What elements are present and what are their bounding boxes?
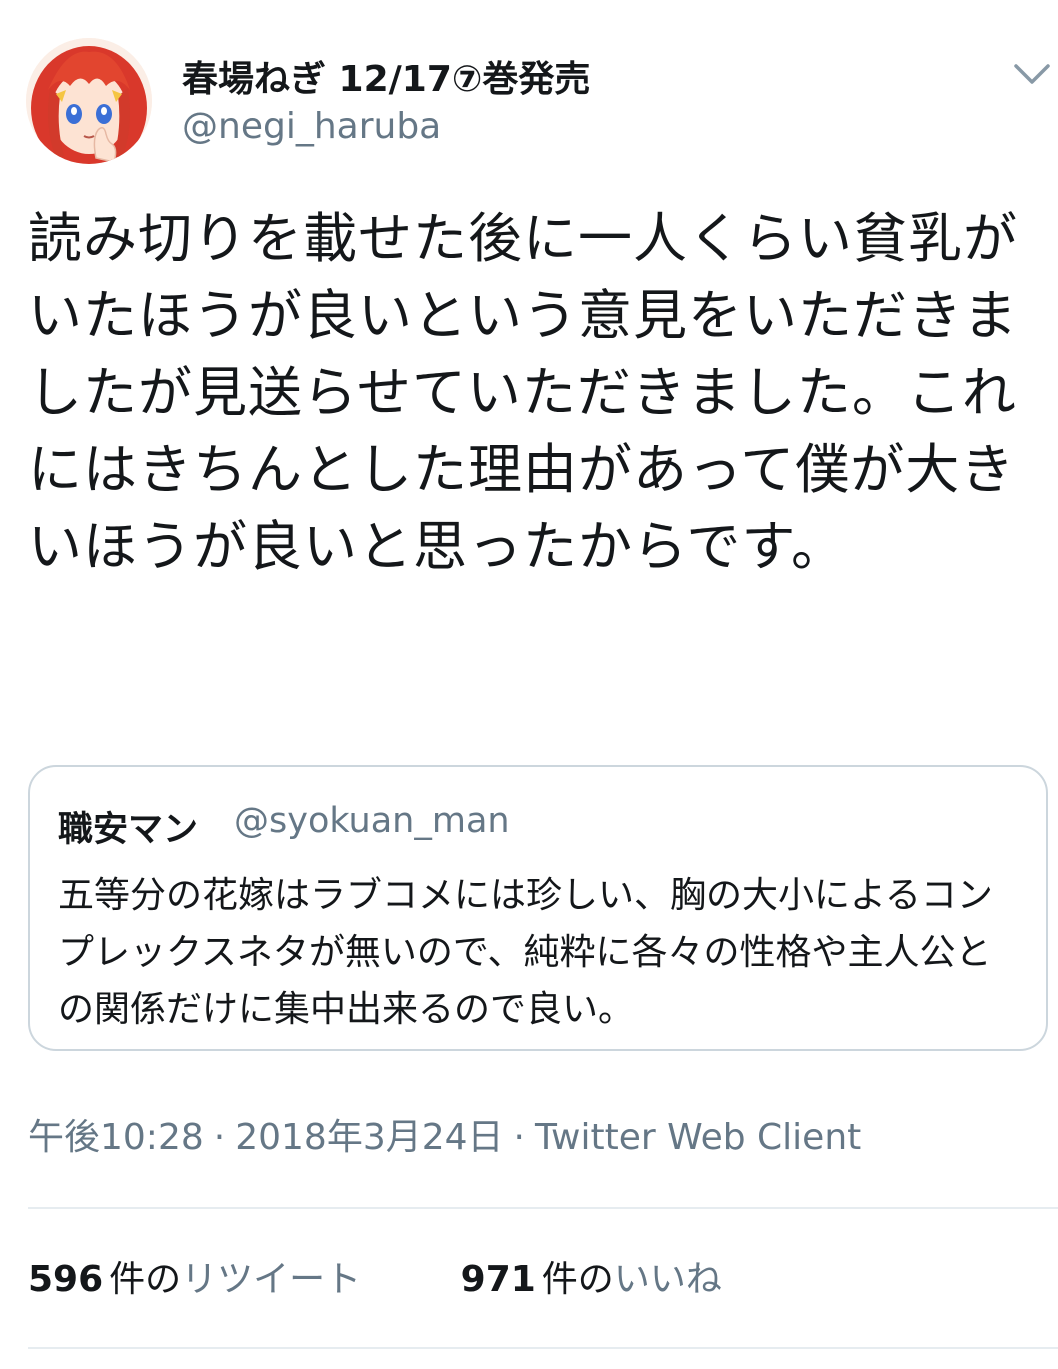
chevron-down-icon[interactable] <box>1010 56 1054 92</box>
retweet-count: 596 <box>28 1259 104 1300</box>
tweet-time: 午後10:28 <box>28 1117 204 1158</box>
author-handle[interactable]: @negi_haruba <box>182 106 441 147</box>
retweet-unit: 件の <box>109 1259 182 1300</box>
tweet-client-link[interactable]: Twitter Web Client <box>535 1117 861 1158</box>
tweet-text: 読み切りを載せた後に一人くらい貧乳がいたほうが良いという意見をいただきましたが見… <box>28 207 1018 578</box>
like-label: いいね <box>613 1259 722 1300</box>
divider <box>28 1347 1058 1349</box>
like-unit: 件の <box>541 1259 614 1300</box>
like-count: 971 <box>460 1259 536 1300</box>
tweet-stats: 596 件のリツイート 971 件のいいね <box>28 1250 722 1302</box>
meta-separator: · <box>213 1117 226 1158</box>
tweet-meta: 午後10:28 · 2018年3月24日 · Twitter Web Client <box>28 1108 861 1160</box>
user-avatar-icon[interactable] <box>26 38 152 164</box>
meta-separator: · <box>513 1117 525 1158</box>
retweet-label: リツイート <box>181 1259 362 1300</box>
quoted-author-handle: @syokuan_man <box>234 801 510 841</box>
tweet-date: 2018年3月24日 <box>235 1117 504 1158</box>
tweet-detail: 春場ねぎ 12/17⑦巻発売 @negi_haruba 読み切りを載せた後に一人… <box>0 0 1058 1369</box>
divider <box>28 1207 1058 1209</box>
avatar-illustration <box>26 38 152 164</box>
quoted-author-name: 職安マン <box>58 810 199 850</box>
likes-count-link[interactable]: 971 件のいいね <box>461 1250 722 1302</box>
retweets-count-link[interactable]: 596 件のリツイート <box>28 1250 361 1302</box>
quoted-tweet[interactable]: 職安マン @syokuan_man 五等分の花嫁はラブコメには珍しい、胸の大小に… <box>28 765 1048 1051</box>
quoted-tweet-text: 五等分の花嫁はラブコメには珍しい、胸の大小によるコンプレックスネタが無いので、純… <box>58 875 993 1030</box>
author-display-name[interactable]: 春場ねぎ 12/17⑦巻発売 <box>182 50 590 102</box>
